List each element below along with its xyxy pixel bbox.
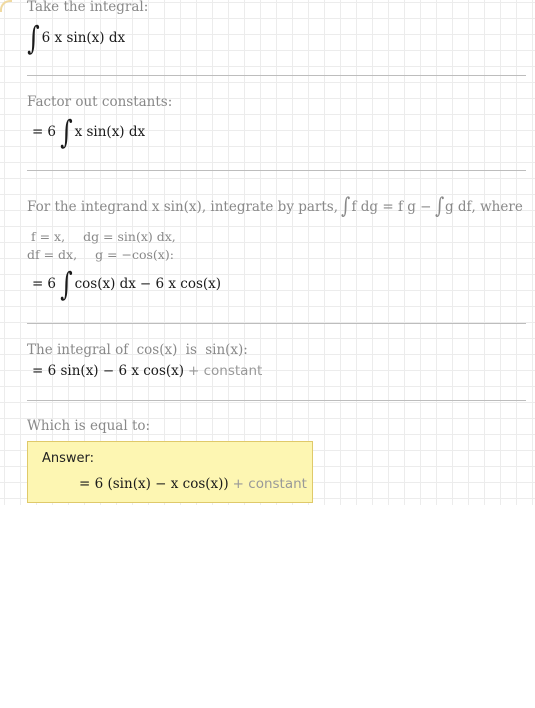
integral-sign: ∫ xyxy=(341,194,351,219)
step3-caption-mid: , integrate by parts, xyxy=(201,199,339,215)
step3-caption-post: , where xyxy=(471,199,523,215)
step4-expression: = 6 sin(x) − 6 x cos(x) + constant xyxy=(32,362,262,380)
step3-caption: For the integrand x sin(x) , integrate b… xyxy=(27,191,523,223)
step3-integrand: cos(x) dx xyxy=(74,276,136,292)
step4-caption: The integral of cos(x) is sin(x): xyxy=(27,342,248,358)
separator-2 xyxy=(27,170,526,171)
step4-eq: = 6 sin(x) − 6 x cos(x) xyxy=(32,363,185,379)
step5-caption: Which is equal to: xyxy=(27,418,151,434)
separator-3 xyxy=(27,323,526,324)
step3-sub-line1: f = x, dg = sin(x) dx, xyxy=(31,229,176,244)
integral-sign: ∫ xyxy=(27,19,40,57)
step2-expression: = 6 ∫ x sin(x) dx xyxy=(32,114,145,150)
step3-sub1-b: dg = sin(x) dx, xyxy=(83,229,176,244)
step3-formula-right: g df xyxy=(444,199,472,215)
step4-caption-g: sin(x) xyxy=(205,342,244,358)
step3-sub2-a: df = dx, xyxy=(27,247,78,262)
answer-box: Answer: = 6 (sin(x) − x cos(x)) + consta… xyxy=(27,441,313,503)
step3-expression: = 6 ∫ cos(x) dx − 6 x cos(x) xyxy=(32,266,221,302)
step3-sub2-b: g = −cos(x): xyxy=(95,247,174,262)
step2-caption: Factor out constants: xyxy=(27,94,173,110)
answer-expression: = 6 (sin(x) − x cos(x)) + constant xyxy=(79,475,307,493)
step3-sub1-a: f = x, xyxy=(31,229,66,244)
step4-caption-end: : xyxy=(243,342,248,358)
step3-caption-pre: For the integrand xyxy=(27,199,148,215)
step4-caption-pre: The integral of xyxy=(27,342,129,358)
separator-1 xyxy=(27,75,526,76)
step3-coef: 6 xyxy=(47,276,56,292)
step4-constant: + constant xyxy=(188,363,263,379)
step1-integrand: 6 x sin(x) dx xyxy=(41,30,126,46)
step2-coef: 6 xyxy=(47,124,56,140)
integral-sign: ∫ xyxy=(59,113,73,151)
step2-equals: = xyxy=(32,124,44,140)
step3-sub-line2: df = dx, g = −cos(x): xyxy=(27,247,174,262)
step4-caption-mid: is xyxy=(185,342,197,358)
step4-caption-f: cos(x) xyxy=(136,342,178,358)
step3-caption-expr: x sin(x) xyxy=(151,199,202,215)
step1-caption: Take the integral: xyxy=(27,0,149,15)
answer-eq: = 6 (sin(x) − x cos(x)) xyxy=(79,476,229,492)
step3-rest: − 6 x cos(x) xyxy=(139,276,222,292)
answer-label: Answer: xyxy=(42,451,95,466)
step3-equals: = xyxy=(32,276,44,292)
integral-sign: ∫ xyxy=(434,194,444,219)
integral-sign: ∫ xyxy=(59,265,73,303)
step1-expression: ∫ 6 x sin(x) dx xyxy=(27,20,125,56)
step2-integrand: x sin(x) dx xyxy=(74,124,146,140)
separator-4 xyxy=(27,400,526,401)
answer-constant: + constant xyxy=(232,476,307,492)
step3-formula-left: f dg = f g − xyxy=(351,199,432,215)
